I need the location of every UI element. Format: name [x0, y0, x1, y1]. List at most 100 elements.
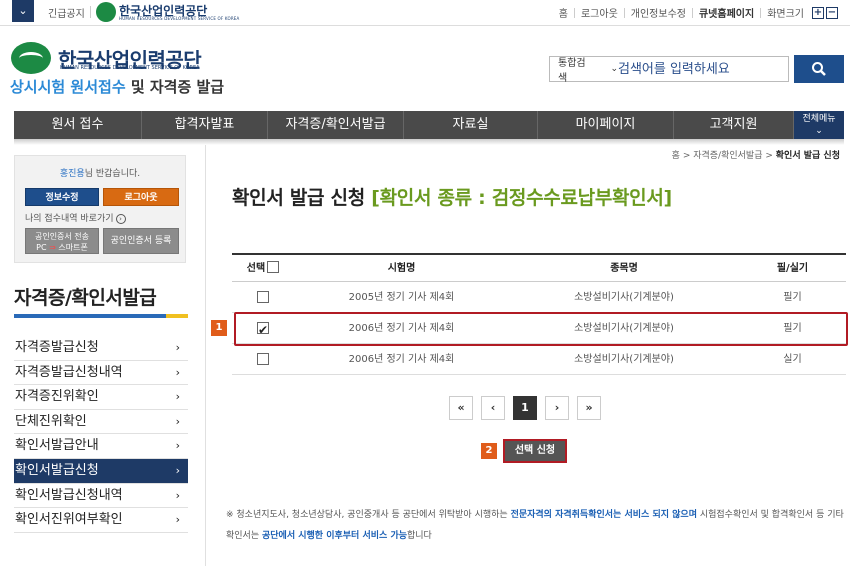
table-row[interactable]: 2005년 정기 기사 제4회 소방설비기사(기계분야) 필기	[232, 282, 846, 313]
lnb-item-confirm-verify[interactable]: 확인서진위여부확인 ›	[14, 508, 188, 533]
search-button[interactable]	[794, 55, 844, 83]
lnb-item-label: 확인서발급신청	[15, 462, 99, 478]
row-checkbox[interactable]	[257, 291, 269, 303]
my-applications-label: 나의 접수내역 바로가기	[25, 214, 114, 224]
gnb-item-support[interactable]: 고객지원	[674, 111, 794, 139]
lnb-item-cert-issue[interactable]: 자격증발급신청 ›	[14, 336, 188, 361]
lnb-item-group-verify[interactable]: 단체진위확인 ›	[14, 410, 188, 435]
page-1-button[interactable]: 1	[513, 396, 537, 420]
notice-part3: 합니다	[407, 531, 432, 541]
user-box: 홍진용님 반갑습니다. 정보수정 로그아웃 나의 접수내역 바로가기 › 공인인증…	[14, 155, 186, 263]
urgent-notice-link[interactable]: 긴급공지	[48, 5, 85, 20]
notice: ※ 청소년지도사, 청소년상담사, 공인중개사 등 공단에서 위탁받아 시행하는…	[226, 505, 846, 547]
chevron-right-icon: ›	[175, 463, 180, 477]
logo-sub: HUMAN RESOURCES DEVELOPMENT SERVICE OF K…	[60, 65, 200, 71]
user-name: 홍진용	[59, 169, 85, 179]
site-title-rest: 및 자격증 발급	[125, 78, 225, 96]
gnb-item-results[interactable]: 합격자발표	[142, 111, 268, 139]
content-divider	[205, 145, 206, 566]
chevron-right-icon: ›	[175, 439, 180, 453]
chevron-right-icon: ›	[175, 414, 180, 428]
subject-name: 소방설비기사(기계분야)	[574, 292, 674, 303]
lnb-item-label: 단체진위확인	[15, 413, 87, 429]
edit-profile-link[interactable]: 개인정보수정	[625, 5, 692, 20]
site-title: 상시시험 원서접수 및 자격증 발급	[10, 76, 224, 97]
page-title-main: 확인서 발급 신청	[232, 187, 365, 209]
gnb-item-certificates[interactable]: 자격증/확인서발급	[268, 111, 404, 139]
lnb-item-confirm-request[interactable]: 확인서발급신청 ›	[14, 458, 188, 484]
chevron-right-icon: ›	[175, 513, 180, 527]
select-all-checkbox[interactable]	[267, 261, 280, 273]
gnb-item-resources[interactable]: 자료실	[404, 111, 538, 139]
chevron-right-icon: ›	[175, 365, 180, 379]
table-row[interactable]: 2006년 정기 기사 제4회 소방설비기사(기계분야) 실기	[232, 344, 846, 375]
lnb-title: 자격증/확인서발급	[14, 287, 157, 309]
cert-register-button[interactable]: 공인인증서 등록	[103, 228, 179, 254]
gnb-item-application[interactable]: 원서 접수	[14, 111, 142, 139]
gnb-shadow	[14, 139, 844, 145]
page-title-kind: [확인서 종류 : 검정수수료납부확인서]	[371, 187, 672, 209]
search-input[interactable]	[618, 61, 788, 77]
row-checkbox[interactable]	[257, 353, 269, 365]
search-icon	[812, 61, 826, 76]
logout-button[interactable]: 로그아웃	[103, 188, 179, 206]
search-scope-label: 통합검색	[558, 58, 586, 84]
lnb-item-label: 자격증진위확인	[15, 389, 99, 405]
chevron-right-icon: ›	[175, 341, 180, 354]
gnb-item-mypage[interactable]: 마이페이지	[538, 111, 674, 139]
next-page-button[interactable]: ›	[545, 396, 569, 420]
qnet-home-link[interactable]: 큐넷홈페이지	[693, 5, 760, 20]
lnb-item-cert-issue-history[interactable]: 자격증발급신청내역 ›	[14, 361, 188, 386]
chevron-down-icon[interactable]: ⌄	[12, 0, 34, 22]
greeting-suffix: 님 반갑습니다.	[84, 169, 141, 179]
breadcrumb-home[interactable]: 홈	[672, 151, 680, 161]
zoom-out-button[interactable]: −	[826, 6, 838, 19]
lnb-item-label: 확인서발급신청내역	[15, 487, 123, 503]
first-page-button[interactable]: «	[449, 396, 473, 420]
small-logo-sub: HUMAN RESOURCES DEVELOPMENT SERVICE OF K…	[119, 16, 240, 21]
header-select-label: 선택	[246, 263, 266, 274]
home-link[interactable]: 홈	[553, 5, 574, 20]
pc-label: PC	[36, 243, 47, 252]
zoom-in-button[interactable]: +	[812, 6, 824, 19]
lnb-item-confirm-history[interactable]: 확인서발급신청내역 ›	[14, 484, 188, 509]
search-scope-select[interactable]: 통합검색 ⌄	[550, 54, 618, 84]
lnb-title-underline	[14, 314, 188, 318]
prev-page-button[interactable]: ‹	[481, 396, 505, 420]
select-apply-button[interactable]: 선택 신청	[503, 439, 567, 463]
lnb-list: 자격증발급신청 › 자격증발급신청내역 › 자격증진위확인 › 단체진위확인 › 확인서…	[14, 336, 188, 533]
last-page-button[interactable]: »	[577, 396, 601, 420]
edit-info-button[interactable]: 정보수정	[25, 188, 99, 206]
cert-transfer-button[interactable]: 공인인증서 전송 PC ⇒ 스마트폰	[25, 228, 99, 254]
exam-type: 필기	[783, 292, 802, 303]
header-select: 선택	[232, 255, 294, 281]
exam-name: 2006년 정기 기사 제4회	[348, 354, 455, 365]
breadcrumb-level1[interactable]: 자격증/확인서발급	[693, 151, 762, 161]
step-marker-2: 2	[481, 443, 497, 459]
header-exam: 시험명	[387, 263, 416, 274]
global-nav: 원서 접수 합격자발표 자격증/확인서발급 자료실 마이페이지 고객지원 전체메…	[14, 111, 844, 139]
hrdk-logo-icon[interactable]	[11, 42, 51, 74]
logout-link[interactable]: 로그아웃	[575, 5, 624, 20]
all-menu-button[interactable]: 전체메뉴 ⌄	[794, 111, 844, 139]
search-box: 통합검색 ⌄	[549, 54, 789, 84]
cert-transfer-label: 공인인증서 전송	[34, 232, 90, 241]
top-utility-bar: ⌄ 긴급공지 한국산업인력공단 HUMAN RESOURCES DEVELOPM…	[0, 0, 850, 26]
selected-row-highlight	[234, 312, 848, 346]
lnb-item-cert-verify[interactable]: 자격증진위확인 ›	[14, 385, 188, 410]
pagination: « ‹ 1 › »	[449, 396, 609, 420]
hrdk-logo-icon[interactable]	[96, 2, 116, 22]
subject-name: 소방설비기사(기계분야)	[574, 354, 674, 365]
divider	[90, 6, 91, 18]
exam-name: 2005년 정기 기사 제4회	[348, 292, 455, 303]
header-subject: 종목명	[610, 263, 638, 274]
smartphone-label: 스마트폰	[58, 243, 88, 252]
breadcrumb: 홈 > 자격증/확인서발급 > 확인서 발급 신청	[671, 151, 840, 161]
lnb-item-label: 확인서발급안내	[15, 438, 99, 454]
chevron-right-icon: ›	[175, 390, 180, 404]
chevron-down-icon: ⌄	[815, 126, 823, 136]
table-header: 선택 시험명 종목명 필/실기	[232, 255, 846, 282]
lnb-item-confirm-guide[interactable]: 확인서발급안내 ›	[14, 434, 188, 459]
my-applications-link[interactable]: 나의 접수내역 바로가기 ›	[25, 211, 126, 224]
notice-highlight2: 공단에서 시행한 이후부터 서비스 가능	[261, 531, 407, 541]
